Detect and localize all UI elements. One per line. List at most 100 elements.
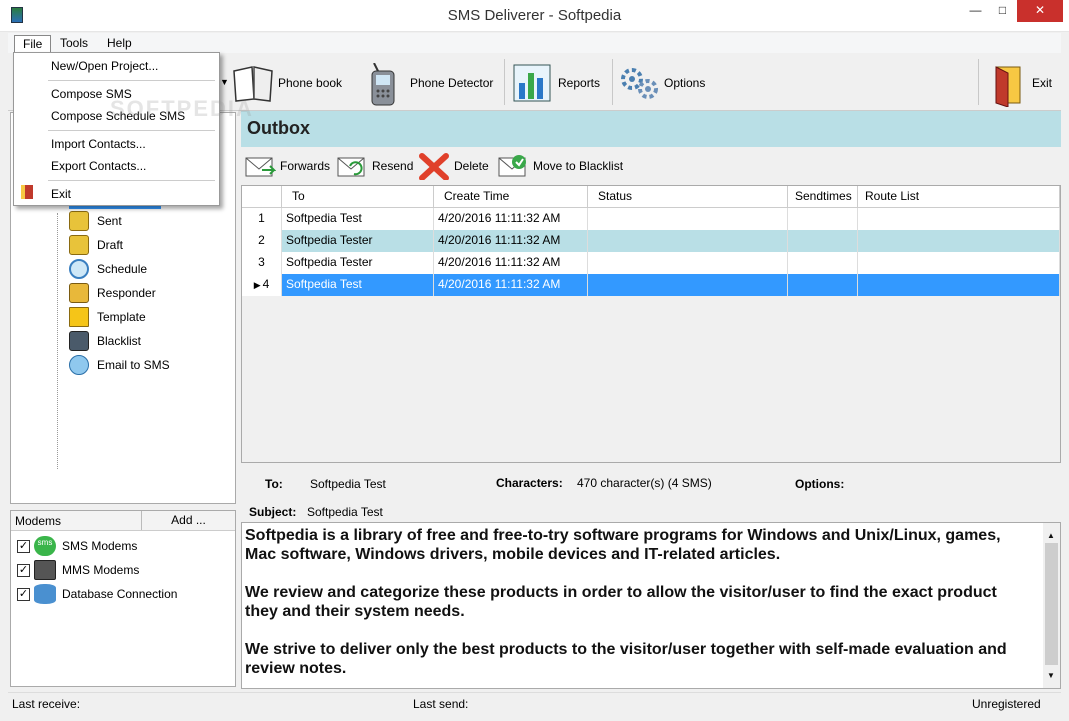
to-value: Softpedia Test [310, 477, 386, 491]
tree-item-blacklist[interactable]: Blacklist [69, 330, 141, 352]
window-title: SMS Deliverer - Softpedia [447, 7, 622, 24]
forwards-button[interactable]: Forwards [244, 150, 330, 182]
modem-row-mms[interactable]: ✓ MMS Modems [17, 560, 139, 580]
add-modem-button[interactable]: Add ... [141, 511, 235, 530]
red-x-icon [418, 152, 450, 181]
tree-connector [57, 213, 58, 469]
cell-status [588, 208, 788, 230]
toolbar-separator [504, 59, 505, 105]
table-row[interactable]: 1 Softpedia Test 4/20/2016 11:11:32 AM [242, 208, 1060, 230]
database-connection-checkbox[interactable]: ✓ [17, 587, 30, 601]
modem-row-database[interactable]: ✓ Database Connection [17, 584, 177, 604]
message-details: To: Softpedia Test Characters: 470 chara… [241, 466, 1061, 522]
menu-separator [48, 180, 215, 181]
delete-label: Delete [454, 159, 489, 173]
menu-item-exit[interactable]: Exit [51, 187, 71, 201]
menu-item-export-contacts[interactable]: Export Contacts... [51, 159, 146, 173]
row-number: 3 [242, 252, 282, 274]
menu-bar: File Tools Help [8, 33, 1061, 53]
current-row-marker: ▶ [253, 280, 261, 290]
message-scrollbar[interactable]: ▲ ▼ [1043, 523, 1060, 688]
menu-item-new-open-project[interactable]: New/Open Project... [51, 59, 158, 73]
menu-item-import-contacts[interactable]: Import Contacts... [51, 137, 146, 151]
menu-file[interactable]: File [14, 35, 52, 53]
sms-modems-checkbox[interactable]: ✓ [17, 539, 30, 553]
scroll-down-icon[interactable]: ▼ [1047, 666, 1055, 685]
tree-item-sent[interactable]: Sent [69, 210, 122, 232]
characters-value: 470 character(s) (4 SMS) [577, 476, 712, 490]
forwards-label: Forwards [280, 159, 331, 173]
tree-item-label: Email to SMS [97, 358, 170, 372]
outbox-title: Outbox [247, 118, 310, 138]
title-bar: SMS Deliverer - Softpedia — □ ✕ [0, 0, 1069, 32]
file-menu-dropdown: New/Open Project... Compose SMS Compose … [13, 52, 220, 206]
reports-button[interactable]: Reports [512, 59, 600, 107]
tree-item-responder[interactable]: Responder [69, 282, 156, 304]
cell-to: Softpedia Test [282, 208, 434, 230]
modems-header: Modems Add ... [11, 511, 235, 531]
table-row[interactable]: 2 Softpedia Tester 4/20/2016 11:11:32 AM [242, 230, 1060, 252]
cell-status [588, 230, 788, 252]
modems-panel: Modems Add ... ✓ sms SMS Modems ✓ MMS Mo… [10, 510, 236, 687]
minimize-button[interactable]: — [962, 0, 989, 22]
responder-icon [69, 283, 89, 303]
cell-create-time: 4/20/2016 11:11:32 AM [434, 252, 588, 274]
modem-label: Database Connection [62, 587, 178, 601]
options-button[interactable]: Options [618, 59, 705, 107]
phone-detector-button[interactable]: Phone Detector [364, 59, 493, 107]
tree-item-email-to-sms[interactable]: Email to SMS [69, 354, 170, 376]
status-bar: Last receive: Last send: Unregistered [8, 692, 1061, 714]
reports-label: Reports [558, 76, 601, 90]
subject-value: Softpedia Test [307, 505, 383, 519]
cell-to: Softpedia Tester [282, 230, 434, 252]
scroll-thumb[interactable] [1045, 543, 1058, 665]
message-paragraph: We strive to deliver only the best produ… [245, 641, 1007, 677]
tree-item-schedule[interactable]: Schedule [69, 258, 147, 280]
database-icon [34, 584, 56, 604]
cell-sendtimes [788, 274, 858, 296]
watermark: SOFTPEDIA [110, 96, 254, 121]
modem-label: SMS Modems [62, 539, 138, 553]
modems-header-label: Modems [15, 514, 62, 528]
menu-tools[interactable]: Tools [52, 35, 96, 53]
mms-modems-checkbox[interactable]: ✓ [17, 563, 30, 577]
cell-route-list [858, 208, 1060, 230]
clipboard-icon [69, 307, 89, 327]
cell-route-list [858, 252, 1060, 274]
cell-to: Softpedia Tester [282, 252, 434, 274]
message-paragraph: Softpedia is a library of free and free-… [245, 527, 1001, 563]
menu-help[interactable]: Help [99, 35, 140, 53]
tree-item-label: Blacklist [97, 334, 142, 348]
tree-item-label: Responder [97, 286, 156, 300]
cell-route-list [858, 230, 1060, 252]
exit-button[interactable]: Exit [986, 59, 1052, 108]
dropdown-arrow-icon[interactable]: ▼ [220, 77, 229, 87]
modem-row-sms[interactable]: ✓ sms SMS Modems [17, 536, 137, 556]
gears-icon [618, 63, 658, 103]
column-header-create-time[interactable]: Create Time [434, 186, 588, 208]
cell-create-time: 4/20/2016 11:11:32 AM [434, 230, 588, 252]
resend-button[interactable]: Resend [336, 150, 413, 182]
outbox-grid: To Create Time Status Sendtimes Route Li… [241, 185, 1061, 463]
characters-label: Characters: [496, 476, 563, 490]
menu-separator [48, 130, 215, 131]
tree-item-template[interactable]: Template [69, 306, 146, 328]
table-row[interactable]: 3 Softpedia Tester 4/20/2016 11:11:32 AM [242, 252, 1060, 274]
tree-item-draft[interactable]: Draft [69, 234, 123, 256]
move-to-blacklist-button[interactable]: Move to Blacklist [497, 150, 623, 182]
cell-sendtimes [788, 208, 858, 230]
grid-corner [242, 186, 282, 208]
table-row-selected[interactable]: ▶ 4 Softpedia Test 4/20/2016 11:11:32 AM [242, 274, 1060, 296]
sent-folder-icon [69, 211, 89, 231]
toolbar-separator [978, 59, 979, 105]
column-header-to[interactable]: To [282, 186, 434, 208]
outbox-header: Outbox [241, 111, 1061, 147]
column-header-sendtimes[interactable]: Sendtimes [788, 186, 858, 208]
column-header-status[interactable]: Status [588, 186, 788, 208]
maximize-button[interactable]: □ [989, 0, 1016, 22]
message-body[interactable]: Softpedia is a library of free and free-… [241, 522, 1061, 689]
close-button[interactable]: ✕ [1017, 0, 1063, 22]
delete-button[interactable]: Delete [418, 150, 489, 182]
column-header-route-list[interactable]: Route List [858, 186, 1060, 208]
phone-detector-label: Phone Detector [410, 76, 494, 90]
